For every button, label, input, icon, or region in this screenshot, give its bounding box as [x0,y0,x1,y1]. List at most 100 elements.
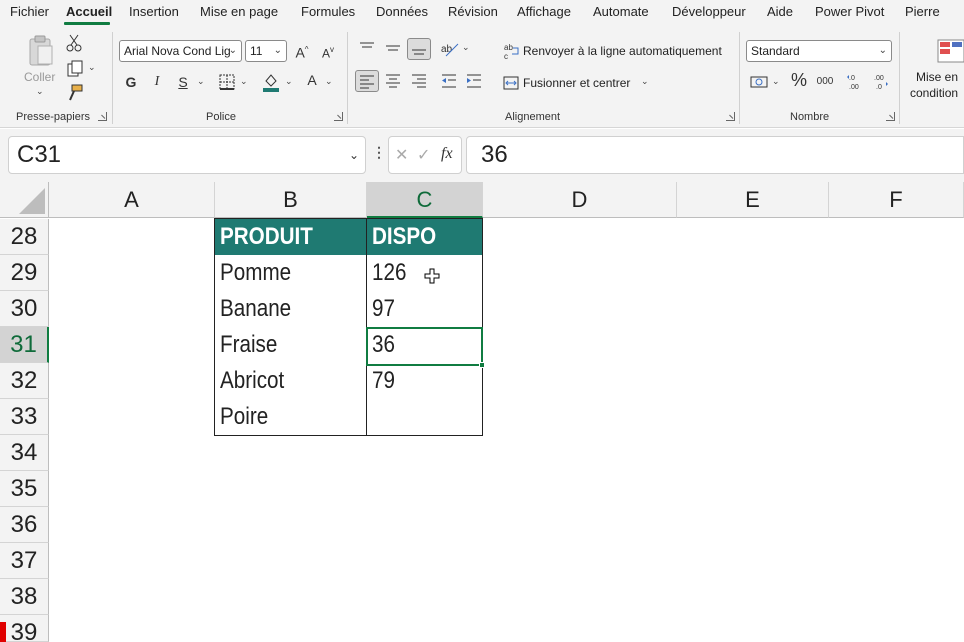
font-launcher-icon[interactable] [334,112,343,121]
menu-affichage[interactable]: Affichage [517,4,571,19]
table-cell[interactable]: Banane [215,291,367,327]
chevron-down-icon[interactable]: ⌄ [325,76,333,87]
currency-button[interactable]: ⌄ [750,74,782,92]
select-all-button[interactable] [0,182,49,218]
font-name-select[interactable]: Arial Nova Cond Lig ⌄ [119,40,242,62]
table-cell[interactable]: Poire [215,399,367,435]
chevron-down-icon[interactable]: ⌄ [36,86,44,97]
chevron-down-icon[interactable]: ⌄ [285,76,293,87]
row-header-29[interactable]: 29 [0,255,49,291]
table-cell[interactable]: 79 [367,363,483,399]
thousands-button[interactable]: 000 [815,72,835,92]
formula-bar-grip[interactable]: ⋮ [372,144,386,161]
wrap-text-button[interactable]: ab c Renvoyer à la ligne automatiquement [503,42,733,62]
name-box[interactable]: C31 ⌄ [8,136,366,174]
increase-decimal-button[interactable]: .0.00 [846,72,864,91]
row-header-33[interactable]: 33 [0,399,49,435]
italic-button[interactable]: I [150,72,164,92]
decrease-indent-icon [442,74,456,88]
conditional-format-label-1: Mise en [916,70,959,84]
column-header-a[interactable]: A [49,182,215,218]
cell-text: Poire [220,403,269,430]
copy-button[interactable]: ⌄ [66,60,98,78]
menu-insertion[interactable]: Insertion [129,4,179,19]
number-launcher-icon[interactable] [886,112,895,121]
align-right-button[interactable] [410,72,428,90]
fill-handle[interactable] [479,362,485,368]
chevron-down-icon[interactable]: ⌄ [197,76,205,87]
row-header-37[interactable]: 37 [0,543,49,579]
orientation-button[interactable]: ab ⌄ [440,40,470,58]
menu-developpeur[interactable]: Développeur [672,4,746,19]
column-header-d[interactable]: D [483,182,677,218]
active-tab-indicator [64,22,110,25]
table-cell[interactable]: Fraise [215,327,367,363]
column-header-e[interactable]: E [677,182,829,218]
cancel-icon[interactable]: ✕ [395,145,408,165]
menu-power-pivot[interactable]: Power Pivot [815,4,884,19]
borders-button[interactable] [219,74,235,90]
align-bottom-button[interactable] [407,38,431,60]
menu-formules[interactable]: Formules [301,4,355,19]
chevron-down-icon[interactable]: ⌄ [88,62,96,73]
shrink-font-button[interactable]: Av [319,40,337,64]
decrease-decimal-button[interactable]: .00.0 [872,72,890,91]
menu-automate[interactable]: Automate [593,4,649,19]
row-header-30[interactable]: 30 [0,291,49,327]
conditional-format-icon [937,39,964,63]
column-header-c[interactable]: C [367,182,483,218]
conditional-format-button[interactable]: Mise en condition [906,34,964,104]
worksheet-grid[interactable]: A B C D E F 28 29 30 31 32 33 34 35 36 3… [0,182,964,642]
fill-color-button[interactable] [262,72,280,92]
row-header-28[interactable]: 28 [0,219,49,255]
number-format-value: Standard [751,44,800,58]
table-cell[interactable] [367,399,483,435]
check-icon[interactable]: ✓ [417,145,430,165]
table-cell[interactable]: Pomme [215,255,367,291]
alignment-launcher-icon[interactable] [726,112,735,121]
cut-button[interactable] [66,34,84,52]
merge-center-button[interactable]: Fusionner et centrer ⌄ [503,74,663,94]
grow-font-button[interactable]: A^ [293,40,311,63]
increase-indent-button[interactable] [465,72,483,90]
table-header-dispo[interactable]: DISPO [367,219,483,255]
number-format-select[interactable]: Standard ⌄ [746,40,892,62]
fx-icon[interactable]: fx [441,145,453,163]
menu-accueil[interactable]: Accueil [66,4,112,19]
row-header-36[interactable]: 36 [0,507,49,543]
formula-input[interactable]: 36 [466,136,964,174]
column-header-f[interactable]: F [829,182,964,218]
format-painter-button[interactable] [66,84,84,102]
menu-fichier[interactable]: Fichier [10,4,49,19]
align-middle-button[interactable] [384,40,402,56]
bold-button[interactable]: G [123,72,139,92]
table-header-produit[interactable]: PRODUIT [215,219,367,255]
percent-button[interactable]: % [790,70,808,90]
align-center-button[interactable] [384,72,402,90]
align-top-button[interactable] [358,40,376,56]
paste-button[interactable]: Coller ⌄ [20,34,60,98]
table-cell[interactable]: 97 [367,291,483,327]
align-left-button[interactable] [355,70,379,92]
text-orientation-icon: ab [441,43,459,57]
row-header-38[interactable]: 38 [0,579,49,615]
menu-mise-en-page[interactable]: Mise en page [200,4,278,19]
font-color-button[interactable]: A [305,70,319,90]
row-header-32[interactable]: 32 [0,363,49,399]
column-header-b[interactable]: B [215,182,367,218]
row-header-34[interactable]: 34 [0,435,49,471]
chevron-down-icon[interactable]: ⌄ [240,76,248,87]
row-header-31[interactable]: 31 [0,327,49,363]
decrease-indent-button[interactable] [440,72,458,90]
currency-icon [750,76,768,88]
menu-revision[interactable]: Révision [448,4,498,19]
menu-pierre[interactable]: Pierre [905,4,940,19]
underline-button[interactable]: S [176,72,190,92]
table-cell[interactable]: Abricot [215,363,367,399]
font-size-select[interactable]: 11 ⌄ [245,40,287,62]
row-header-35[interactable]: 35 [0,471,49,507]
menu-donnees[interactable]: Données [376,4,428,19]
row-header-39[interactable]: 39 [0,615,49,642]
clipboard-launcher-icon[interactable] [98,112,107,121]
menu-aide[interactable]: Aide [767,4,793,19]
